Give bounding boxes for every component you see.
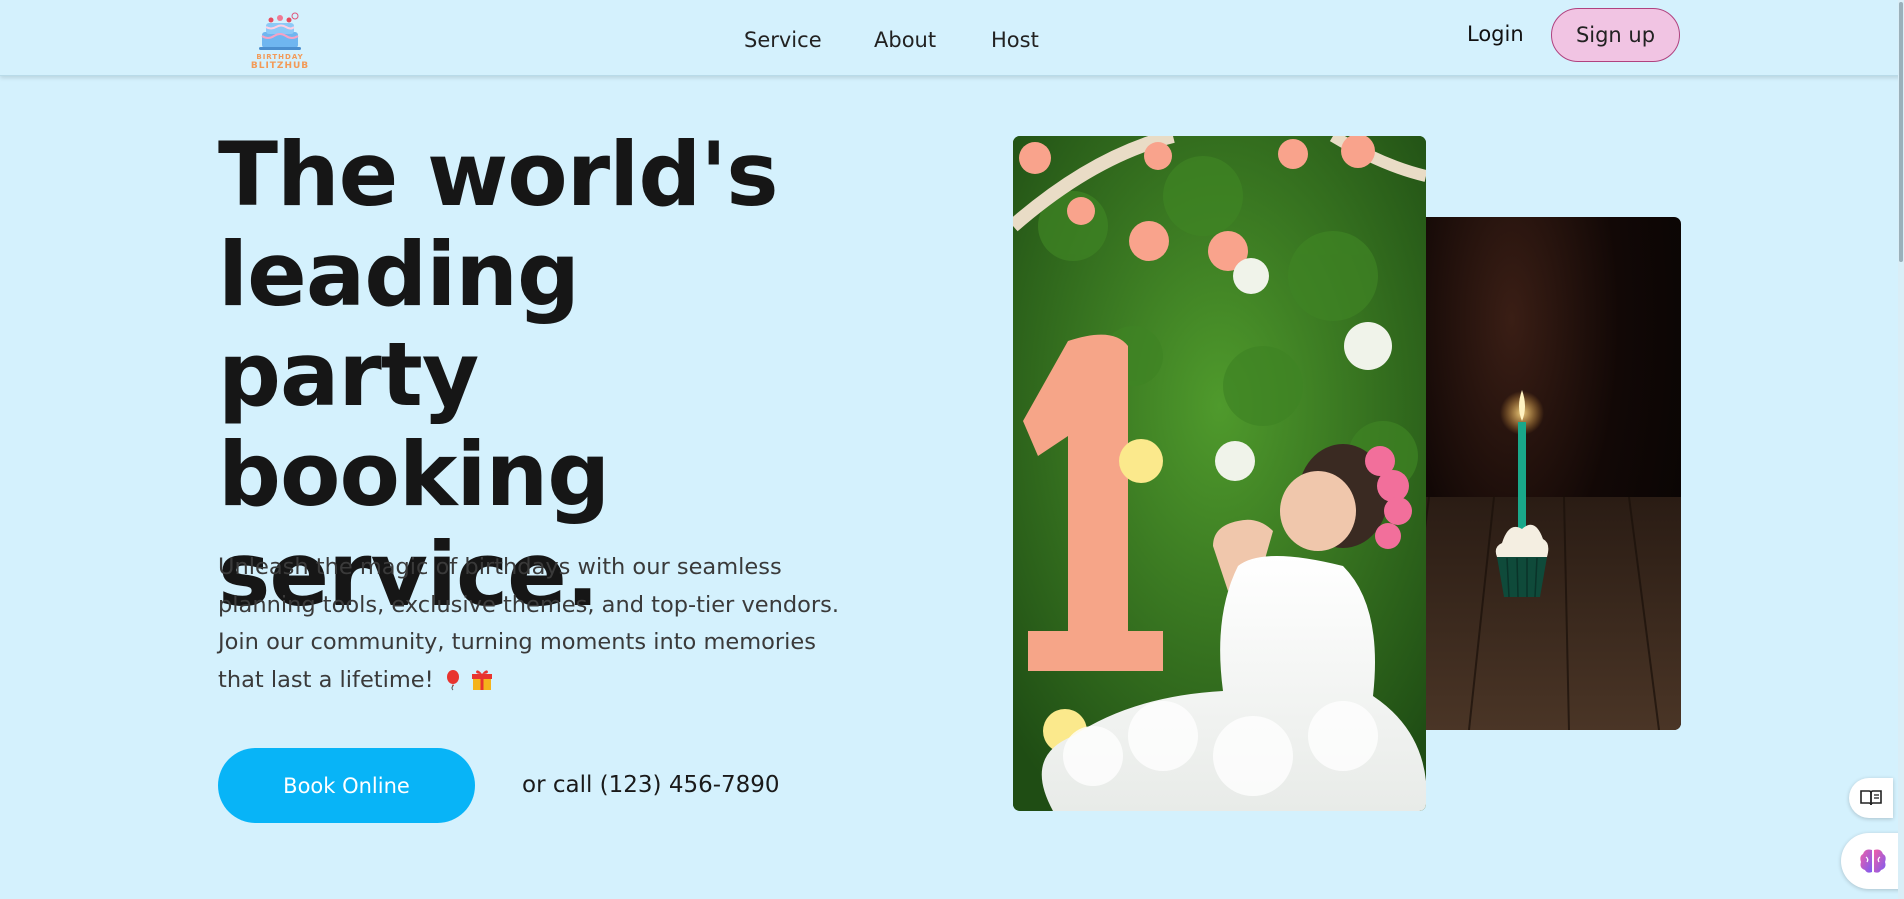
brain-icon xyxy=(1859,849,1886,873)
call-phone-text: or call (123) 456-7890 xyxy=(522,772,780,798)
reader-mode-icon xyxy=(1860,790,1882,806)
balloon-emoji-icon xyxy=(446,670,459,691)
book-online-button[interactable]: Book Online xyxy=(218,748,475,823)
birthday-blitzhub-logo[interactable]: BIRTHDAY BLITZHUB xyxy=(245,10,315,72)
ai-assistant-button[interactable] xyxy=(1841,833,1904,889)
nav-service[interactable]: Service xyxy=(744,28,822,52)
gift-emoji-icon xyxy=(471,670,492,690)
nav-about[interactable]: About xyxy=(874,28,936,52)
scrollbar-thumb[interactable] xyxy=(1899,2,1903,262)
baby-first-birthday-image xyxy=(1013,136,1426,811)
hero-subtext-text: Unleash the magic of birthdays with our … xyxy=(218,554,840,693)
cake-logo-icon xyxy=(259,12,301,50)
logo-text-line1: BIRTHDAY xyxy=(256,53,304,61)
login-link[interactable]: Login xyxy=(1467,22,1524,46)
nav-host[interactable]: Host xyxy=(991,28,1039,52)
site-header: BIRTHDAY BLITZHUB Service About Host Log… xyxy=(0,0,1904,76)
cupcake-candle-image xyxy=(1399,217,1681,730)
hero-subtext: Unleash the magic of birthdays with our … xyxy=(218,549,858,699)
signup-button[interactable]: Sign up xyxy=(1551,8,1680,62)
reader-mode-button[interactable] xyxy=(1849,778,1893,818)
logo-text-line2: BLITZHUB xyxy=(250,61,310,71)
